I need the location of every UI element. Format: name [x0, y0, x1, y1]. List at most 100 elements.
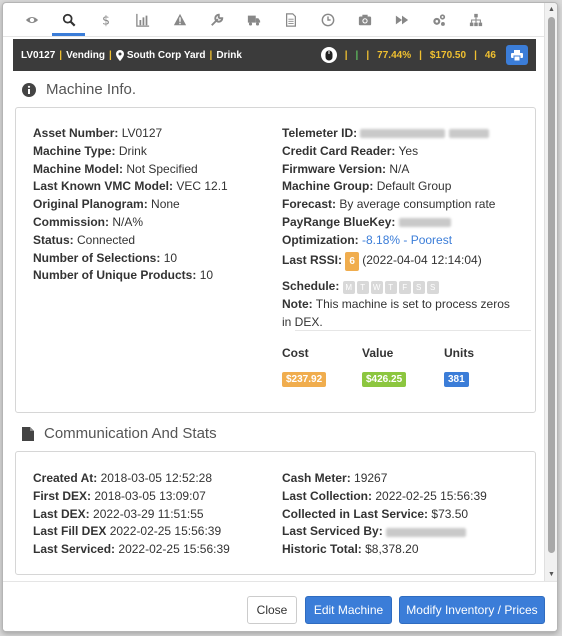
tab-delivery[interactable] — [235, 3, 272, 36]
document-icon — [22, 426, 34, 441]
value-label: Value — [362, 346, 394, 360]
schedule-day-6: S — [426, 280, 439, 294]
serviced-by-label: Last Serviced By: — [282, 524, 383, 539]
sitemap-icon — [469, 13, 482, 26]
note-label: Note: — [282, 297, 313, 312]
svg-text:$: $ — [102, 13, 110, 27]
tab-finance[interactable]: $ — [87, 3, 124, 36]
last-collection-value: 2022-02-25 15:56:39 — [375, 488, 487, 503]
header-category: Drink — [216, 49, 242, 61]
forecast-value: By average consumption rate — [339, 197, 496, 212]
selections-value: 10 — [163, 250, 178, 265]
units-label: Units — [444, 346, 474, 360]
tab-history[interactable] — [309, 3, 346, 36]
created-at-label: Created At: — [33, 471, 98, 485]
search-icon — [62, 13, 75, 26]
comm-left: Created At: 2018-03-05 12:52:28 First DE… — [33, 470, 230, 559]
fast-forward-icon — [395, 15, 408, 24]
tab-alerts[interactable] — [161, 3, 198, 36]
truck-icon — [247, 15, 260, 26]
note-text: This machine is set to process zeros — [315, 297, 510, 312]
card-reader-value: Yes — [398, 143, 419, 158]
print-icon — [511, 49, 523, 61]
collected-last-service-label: Collected in Last Service: — [282, 506, 429, 521]
signal-indicator: | — [355, 49, 359, 61]
historic-total-label: Historic Total: — [282, 542, 362, 557]
rssi-badge: 6 — [345, 251, 359, 272]
edit-machine-button[interactable]: Edit Machine — [305, 596, 392, 624]
dialog-body[interactable]: $ LV0127 | Vending | South Corp Yard | D… — [3, 3, 546, 581]
last-fill-dex-label: Last Fill DEX — [33, 524, 107, 539]
firmware-value: N/A — [389, 161, 410, 176]
tab-view[interactable] — [13, 3, 50, 36]
tab-settings[interactable] — [420, 3, 457, 36]
machine-group-label: Machine Group: — [282, 179, 374, 194]
note-text-cont: in DEX. — [282, 314, 323, 329]
cash-meter-label: Cash Meter: — [282, 471, 351, 485]
schedule-day-0: M — [342, 280, 355, 294]
machine-type-label: Machine Type: — [33, 143, 116, 158]
print-button[interactable] — [506, 45, 528, 65]
rssi-timestamp: (2022-04-04 12:14:04) — [362, 252, 482, 267]
stats-divider — [295, 330, 531, 331]
dialog-footer: Close Edit Machine Modify Inventory / Pr… — [3, 581, 557, 631]
machine-header-bar: LV0127 | Vending | South Corp Yard | Dri… — [13, 39, 536, 71]
vertical-scrollbar[interactable]: ▲ ▼ — [544, 3, 557, 581]
scroll-thumb[interactable] — [548, 17, 555, 553]
cost-badge: $237.92 — [282, 372, 327, 387]
info-icon — [22, 82, 36, 97]
optimization-label: Optimization: — [282, 232, 359, 247]
firmware-label: Firmware Version: — [282, 161, 387, 176]
planogram-value: None — [151, 197, 180, 212]
first-dex-value: 2018-03-05 13:09:07 — [94, 488, 206, 503]
scroll-down-arrow[interactable]: ▼ — [545, 568, 557, 581]
close-button[interactable]: Close — [247, 596, 297, 624]
collected-last-service-value: $73.50 — [431, 506, 469, 521]
tab-search[interactable] — [50, 3, 87, 36]
machine-info-heading: Machine Info. — [22, 81, 136, 98]
schedule-days: MTWTFSS — [342, 279, 441, 294]
comm-heading: Communication And Stats — [22, 425, 217, 442]
machine-dialog: $ LV0127 | Vending | South Corp Yard | D… — [2, 2, 558, 632]
selections-label: Number of Selections: — [33, 250, 161, 265]
schedule-day-2: W — [370, 280, 383, 294]
comm-right: Cash Meter: 19267 Last Collection: 2022-… — [282, 470, 487, 559]
commission-label: Commission: — [33, 214, 110, 229]
eye-icon — [25, 16, 38, 23]
optimization-link[interactable]: -8.18% - Poorest — [362, 233, 452, 247]
first-dex-label: First DEX: — [33, 488, 92, 503]
tab-photos[interactable] — [346, 3, 383, 36]
tab-forward[interactable] — [383, 3, 420, 36]
value-badge: $426.25 — [362, 372, 407, 387]
last-dex-label: Last DEX: — [33, 506, 90, 521]
dollar-icon: $ — [102, 13, 110, 27]
asset-number-value: LV0127 — [121, 126, 163, 140]
machine-model-value: Not Specified — [126, 161, 198, 176]
created-at-value: 2018-03-05 12:52:28 — [100, 471, 213, 485]
machine-info-title: Machine Info. — [46, 81, 137, 98]
tab-hierarchy[interactable] — [457, 3, 494, 36]
status-value: Connected — [77, 232, 136, 247]
last-serviced-label: Last Serviced: — [33, 542, 116, 557]
machine-type-value: Drink — [118, 143, 147, 158]
machine-group-value: Default Group — [376, 179, 452, 194]
schedule-day-1: T — [356, 280, 369, 294]
modify-inventory-button[interactable]: Modify Inventory / Prices — [399, 596, 545, 624]
tab-charts[interactable] — [124, 3, 161, 36]
gears-icon — [432, 13, 445, 26]
tab-service[interactable] — [198, 3, 235, 36]
scroll-up-arrow[interactable]: ▲ — [545, 3, 557, 16]
asset-number-label: Asset Number: — [33, 126, 119, 140]
machine-info-panel: Asset Number: LV0127 Machine Type: Drink… — [15, 107, 536, 413]
forecast-label: Forecast: — [282, 197, 337, 212]
cost-label: Cost — [282, 346, 309, 360]
machine-model-label: Machine Model: — [33, 161, 124, 176]
planogram-label: Original Planogram: — [33, 197, 148, 212]
last-dex-value: 2022-03-29 11:51:55 — [93, 506, 204, 521]
tab-documents[interactable] — [272, 3, 309, 36]
header-amount: $170.50 — [429, 49, 467, 61]
payrange-label: PayRange BlueKey: — [282, 214, 396, 229]
unique-products-value: 10 — [199, 268, 214, 283]
machine-info-left: Asset Number: LV0127 Machine Type: Drink… — [33, 125, 228, 285]
header-location: South Corp Yard — [126, 49, 206, 61]
